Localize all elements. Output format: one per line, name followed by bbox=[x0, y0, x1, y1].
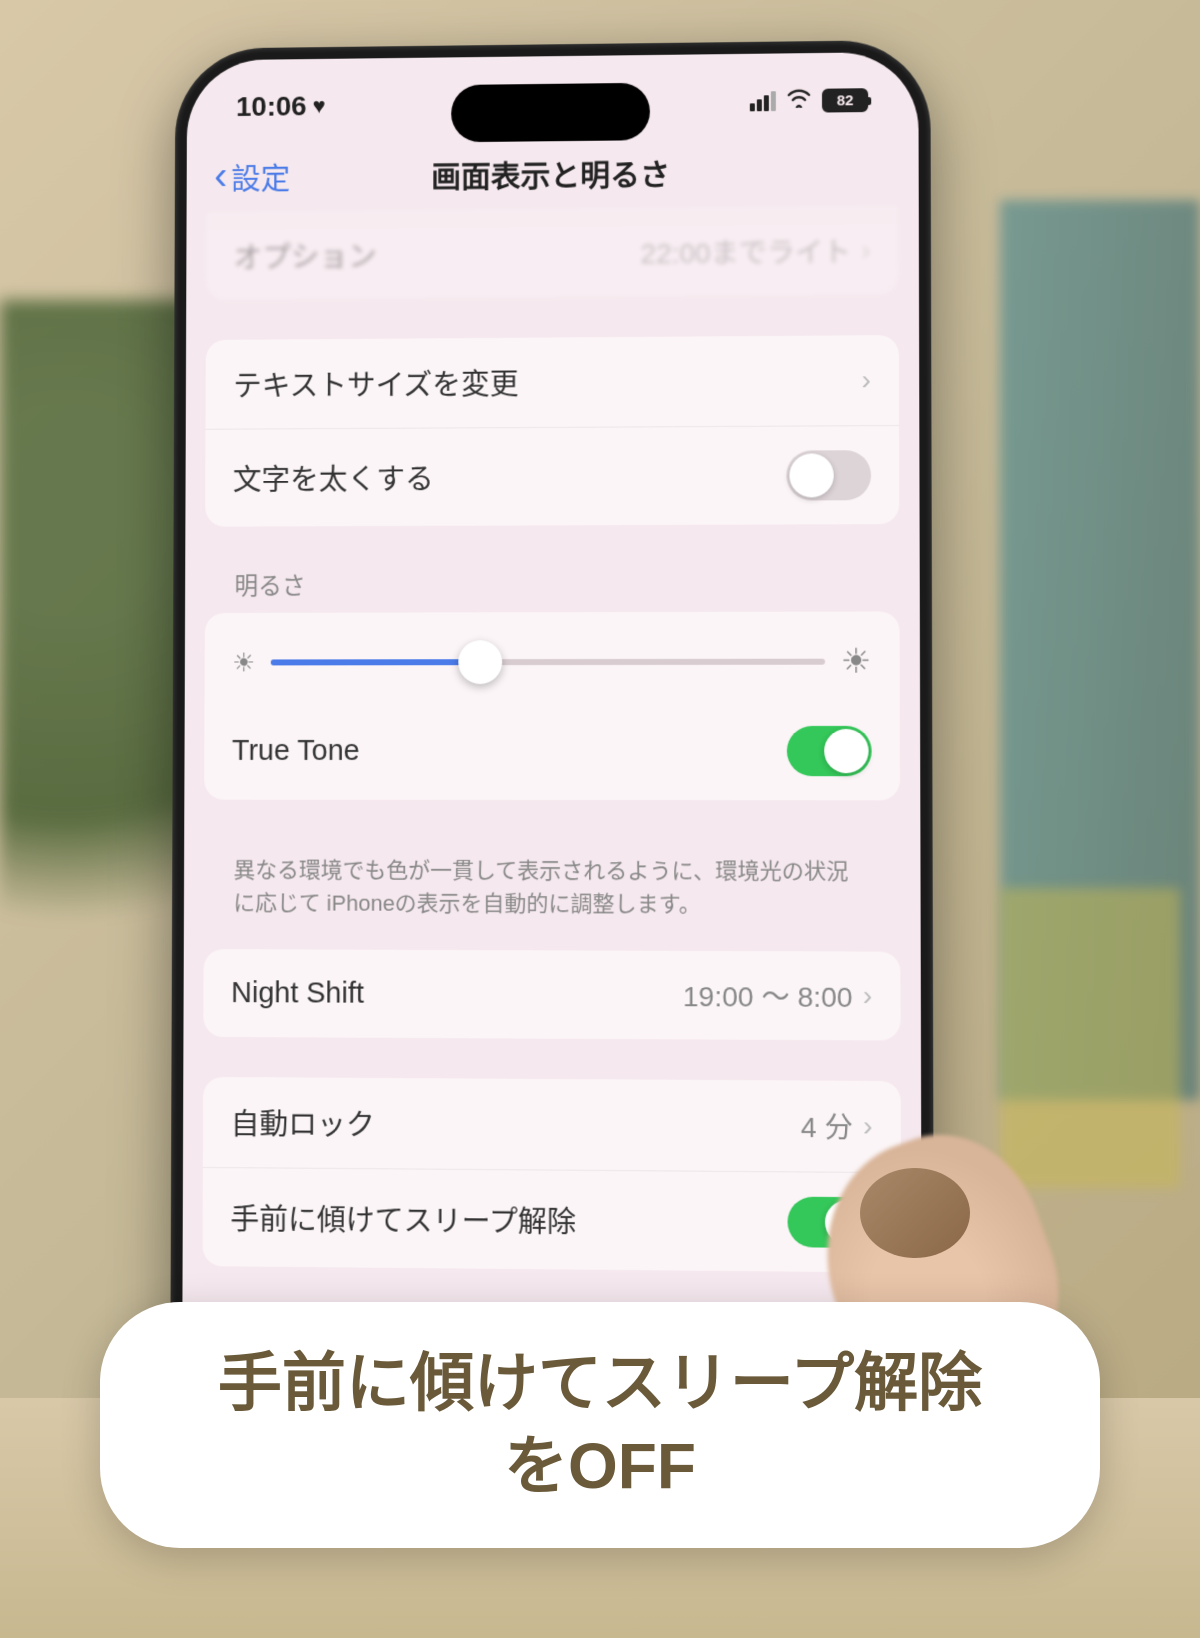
user-thumb-nail bbox=[860, 1168, 970, 1258]
row-label: テキストサイズを変更 bbox=[233, 362, 519, 405]
night-shift-section: Night Shift 19:00 ～ 8:00 › bbox=[203, 949, 900, 1040]
sun-small-icon: ☀ bbox=[232, 647, 255, 678]
bold-text-toggle[interactable] bbox=[786, 450, 871, 500]
row-label: 文字を太くする bbox=[233, 456, 434, 499]
row-label: 手前に傾けてスリープ解除 bbox=[230, 1196, 576, 1241]
bold-text-row[interactable]: 文字を太くする bbox=[205, 426, 899, 527]
chevron-right-icon: › bbox=[863, 1110, 873, 1142]
instruction-caption: 手前に傾けてスリープ解除 をOFF bbox=[100, 1302, 1100, 1548]
brightness-header: 明るさ bbox=[205, 564, 900, 613]
sun-large-icon: ☀ bbox=[841, 642, 872, 682]
slider-fill bbox=[271, 659, 480, 665]
brightness-slider-row: ☀ ☀ bbox=[204, 611, 899, 702]
true-tone-row[interactable]: True Tone bbox=[204, 702, 900, 801]
caption-text: 手前に傾けてスリープ解除 をOFF bbox=[180, 1342, 1020, 1508]
row-label: True Tone bbox=[232, 735, 360, 768]
raise-to-wake-row[interactable]: 手前に傾けてスリープ解除 bbox=[202, 1168, 901, 1273]
settings-list[interactable]: オプション 22:00までライト › テキストサイズを変更 › 文字を太くする bbox=[183, 205, 922, 1273]
text-size-row[interactable]: テキストサイズを変更 › bbox=[205, 335, 899, 430]
chevron-right-icon: › bbox=[861, 364, 870, 396]
back-button[interactable]: ‹ 設定 bbox=[214, 154, 290, 198]
dynamic-island bbox=[451, 83, 650, 143]
night-shift-row[interactable]: Night Shift 19:00 ～ 8:00 › bbox=[203, 949, 900, 1040]
true-tone-footer: 異なる環境でも色が一貫して表示されるように、環境光の状況に応じて iPhoneの… bbox=[204, 839, 901, 921]
brightness-slider[interactable] bbox=[271, 659, 824, 666]
brightness-section: ☀ ☀ True Tone bbox=[204, 611, 900, 800]
row-value: 22:00までライト bbox=[641, 231, 852, 273]
chevron-right-icon: › bbox=[863, 980, 873, 1012]
text-section: テキストサイズを変更 › 文字を太くする bbox=[205, 335, 899, 527]
status-time: 10:06 bbox=[236, 91, 307, 123]
back-label: 設定 bbox=[231, 154, 290, 198]
chevron-left-icon: ‹ bbox=[214, 156, 227, 196]
page-title: 画面表示と明るさ bbox=[431, 150, 670, 196]
slider-thumb[interactable] bbox=[458, 640, 502, 684]
option-row[interactable]: オプション 22:00までライト › bbox=[206, 205, 899, 300]
row-label: オプション bbox=[234, 234, 377, 277]
true-tone-toggle[interactable] bbox=[787, 726, 872, 776]
lock-section: 自動ロック 4 分 › 手前に傾けてスリープ解除 bbox=[202, 1077, 901, 1273]
auto-lock-row[interactable]: 自動ロック 4 分 › bbox=[203, 1077, 901, 1173]
signal-icon bbox=[750, 91, 776, 111]
row-value: 4 分 bbox=[801, 1106, 853, 1147]
wifi-icon bbox=[786, 87, 812, 115]
heart-icon: ♥ bbox=[312, 93, 325, 119]
phone-frame: 10:06 ♥ 82 ‹ 設定 画面表示と明るさ bbox=[170, 40, 934, 1449]
background-frame-yellow bbox=[1000, 888, 1180, 1188]
chevron-right-icon: › bbox=[861, 234, 870, 266]
battery-icon: 82 bbox=[822, 88, 868, 112]
row-label: Night Shift bbox=[231, 977, 364, 1011]
row-label: 自動ロック bbox=[231, 1101, 375, 1144]
partial-section: オプション 22:00までライト › bbox=[206, 205, 899, 300]
row-value: 19:00 ～ 8:00 bbox=[683, 975, 853, 1016]
phone-screen: 10:06 ♥ 82 ‹ 設定 画面表示と明るさ bbox=[182, 52, 922, 1437]
